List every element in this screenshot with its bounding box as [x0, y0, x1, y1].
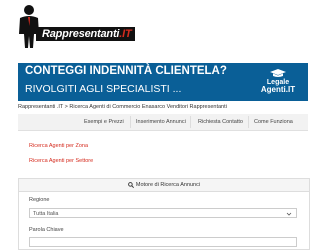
nav-item-inserimento-annunci[interactable]: Inserimento Annunci — [136, 119, 186, 125]
banner-headline: CONTEGGI INDENNITÀ CLIENTELA? — [25, 65, 227, 77]
region-label: Regione — [29, 197, 50, 203]
nav-divider — [248, 116, 249, 128]
nav-item-come-funziona[interactable]: Come Funziona — [254, 119, 293, 125]
search-icon — [128, 181, 134, 188]
link-ricerca-zona[interactable]: Ricerca Agenti per Zona — [29, 143, 88, 149]
businessman-icon — [19, 5, 39, 48]
link-ricerca-settore[interactable]: Ricerca Agenti per Settore — [29, 158, 93, 164]
promo-banner[interactable]: CONTEGGI INDENNITÀ CLIENTELA? RIVOLGITI … — [18, 63, 308, 101]
chevron-down-icon — [286, 212, 292, 216]
nav-divider — [130, 116, 131, 128]
keyword-input[interactable] — [29, 237, 297, 247]
banner-brand: Legale Agenti.IT — [253, 69, 303, 97]
search-panel-title: Motore di Ricerca Annunci — [135, 182, 201, 188]
search-panel-header: Motore di Ricerca Annunci — [19, 179, 309, 192]
nav-divider — [190, 116, 191, 128]
main-nav: Esempi e Prezzi Inserimento Annunci Rich… — [18, 114, 308, 131]
search-panel: Motore di Ricerca Annunci Regione Tutta … — [18, 178, 310, 250]
logo-suffix: .IT — [119, 28, 132, 40]
site-logo[interactable]: Rappresentanti.IT — [18, 4, 135, 48]
breadcrumb[interactable]: Rappresentanti .IT > Ricerca Agenti di C… — [18, 104, 227, 110]
banner-brand-line2: Agenti.IT — [260, 85, 296, 94]
banner-subline: RIVOLGITI AGLI SPECIALISTI ... — [25, 83, 182, 95]
region-select[interactable]: Tutta Italia — [29, 208, 297, 218]
keyword-label: Parola Chiave — [29, 227, 64, 233]
nav-item-richiesta-contatto[interactable]: Richiesta Contatto — [198, 119, 243, 125]
region-select-value: Tutta Italia — [33, 211, 59, 217]
logo-text: Rappresentanti — [42, 28, 120, 40]
logo-wordmark: Rappresentanti.IT — [36, 27, 135, 41]
graduation-cap-icon — [270, 69, 286, 77]
nav-item-esempi-prezzi[interactable]: Esempi e Prezzi — [84, 119, 124, 125]
